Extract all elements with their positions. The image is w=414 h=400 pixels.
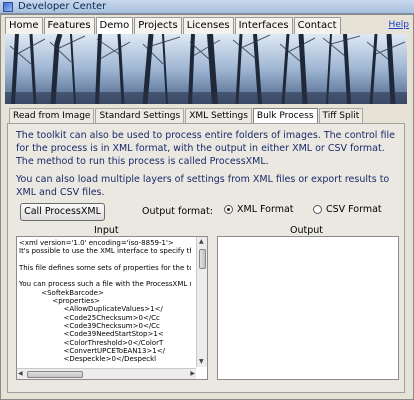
tab-contact[interactable]: Contact — [293, 17, 341, 34]
output-textarea[interactable] — [217, 236, 399, 380]
tab-standard-settings[interactable]: Standard Settings — [95, 108, 185, 123]
radio-dot — [224, 205, 233, 214]
tab-read-from-image[interactable]: Read from Image — [9, 108, 95, 123]
tab-demo[interactable]: Demo — [95, 17, 134, 34]
window-title: Developer Center — [18, 1, 107, 12]
input-label: Input — [94, 225, 119, 236]
scroll-thumb[interactable] — [27, 371, 83, 378]
description-paragraph: You can also load multiple layers of set… — [16, 174, 390, 198]
bulk-process-panel: The toolkit can also be used to process … — [7, 123, 405, 393]
tab-xml-settings[interactable]: XML Settings — [185, 108, 252, 123]
csv-format-label: CSV Format — [326, 204, 382, 215]
output-label: Output — [290, 225, 323, 236]
vertical-scrollbar[interactable]: ▲ ▼ — [196, 237, 207, 367]
scroll-thumb[interactable] — [199, 249, 206, 269]
tab-features[interactable]: Features — [43, 17, 95, 34]
app-icon — [3, 2, 13, 12]
tab-licenses[interactable]: Licenses — [182, 17, 234, 34]
banner-image — [5, 34, 407, 104]
help-link[interactable]: Help — [388, 20, 409, 30]
tab-home[interactable]: Home — [5, 17, 43, 34]
tab-tiff-split[interactable]: Tiff Split — [318, 108, 364, 123]
radio-dot — [313, 205, 322, 214]
title-bar: Developer Center — [0, 0, 414, 14]
app-window: Home Features Demo Projects Licenses Int… — [0, 14, 414, 400]
scroll-right-icon[interactable]: ▶ — [190, 370, 195, 378]
input-textarea[interactable]: <xml version='1.0' encoding='iso-8859-1'… — [16, 236, 208, 380]
description: The toolkit can also be used to process … — [16, 129, 398, 204]
tab-projects[interactable]: Projects — [134, 17, 182, 34]
scroll-down-icon[interactable]: ▼ — [199, 358, 204, 366]
horizontal-scrollbar[interactable]: ◀ ▶ — [17, 368, 196, 379]
tab-bulk-process[interactable]: Bulk Process — [252, 108, 318, 123]
input-text: <xml version='1.0' encoding='iso-8859-1'… — [19, 239, 191, 363]
scroll-up-icon[interactable]: ▲ — [199, 238, 204, 246]
output-format-label: Output format: — [142, 206, 213, 217]
tab-interfaces[interactable]: Interfaces — [234, 17, 293, 34]
xml-format-radio[interactable]: XML Format — [224, 204, 294, 215]
main-tab-bar: Home Features Demo Projects Licenses Int… — [5, 17, 342, 34]
call-processxml-button[interactable]: Call ProcessXML — [20, 203, 105, 221]
csv-format-radio[interactable]: CSV Format — [313, 204, 382, 215]
sub-tab-bar: Read from Image Standard Settings XML Se… — [9, 108, 364, 123]
scroll-left-icon[interactable]: ◀ — [18, 370, 23, 378]
xml-format-label: XML Format — [237, 204, 294, 215]
description-paragraph: The toolkit can also be used to process … — [16, 130, 395, 167]
